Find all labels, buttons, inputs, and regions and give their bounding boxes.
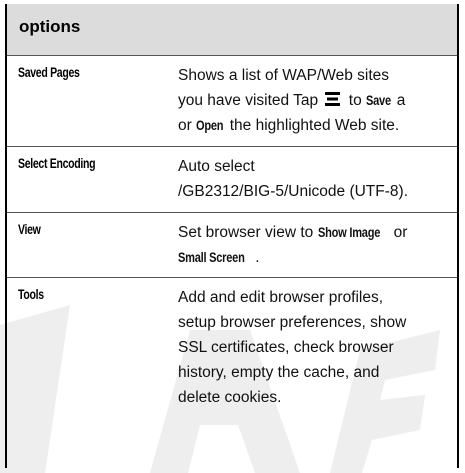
table-row-saved-pages: Saved Pages Shows a list of WAP/Web site… [7,56,457,147]
row-term: Saved Pages [18,65,80,80]
row-description: Add and edit browser profiles, setup bro… [178,289,407,406]
row-term: Select Encoding [18,156,96,171]
options-table: options Saved Pages Shows a list of WAP/… [5,4,459,468]
row-description: Shows a list of WAP/Web sites you have v… [178,67,406,134]
table-row-select-encoding: Select Encoding Auto select /GB2312/BIG-… [7,147,457,213]
row-term: View [18,222,41,237]
row-term: Tools [18,287,44,302]
table-header: options [7,4,457,56]
menu-icon [325,92,341,106]
row-description: Set browser view to Show Image or Small … [178,224,408,266]
table-row-tools: Tools Add and edit browser profiles, set… [7,278,457,468]
table-row-view: View Set browser view to Show Image or S… [7,213,457,278]
row-description: Auto select /GB2312/BIG-5/Unicode (UTF-8… [178,158,408,200]
